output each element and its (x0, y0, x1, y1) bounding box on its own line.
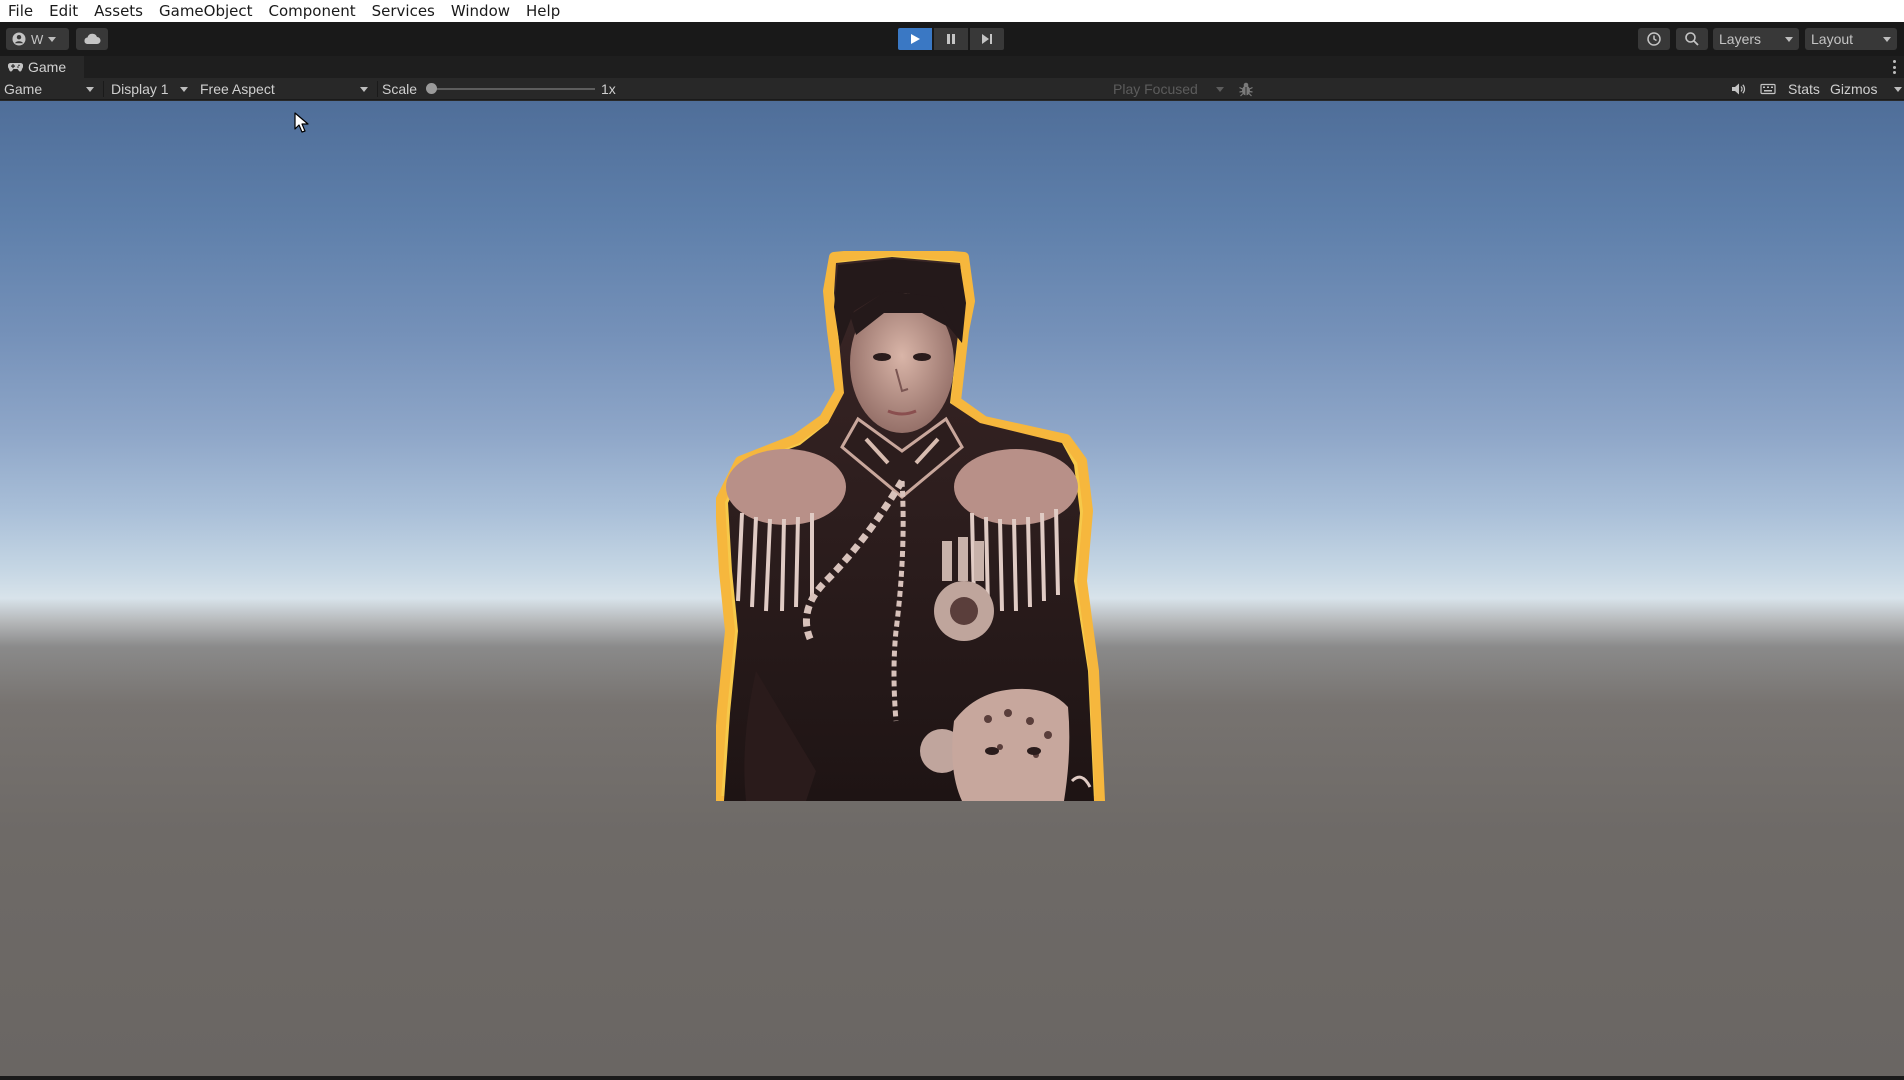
account-label: W (31, 31, 44, 47)
character-sprite (716, 251, 1105, 801)
aspect-label: Free Aspect (200, 81, 275, 97)
menu-window[interactable]: Window (443, 0, 518, 22)
chevron-down-icon (86, 86, 94, 92)
pause-button[interactable] (934, 28, 968, 50)
mouse-cursor-icon (294, 112, 309, 133)
play-button[interactable] (898, 28, 932, 50)
tab-game-label: Game (28, 59, 67, 75)
stats-button[interactable]: Stats (1788, 78, 1820, 100)
search-button[interactable] (1676, 28, 1708, 50)
chevron-down-icon (1216, 86, 1224, 92)
tab-bar: Game (0, 56, 1904, 78)
cloud-icon (84, 33, 101, 44)
layout-label: Layout (1811, 31, 1854, 47)
display-label: Display 1 (111, 81, 169, 97)
playback-controls (898, 28, 1004, 50)
main-toolbar: W Layers Layout (0, 22, 1904, 56)
play-mode-dropdown[interactable]: Play Focused (1108, 78, 1230, 100)
game-view-controlbar: Game Display 1 Free Aspect Scale 1x Play… (0, 78, 1904, 100)
history-icon (1647, 32, 1661, 46)
chevron-down-icon (180, 86, 188, 92)
menu-edit[interactable]: Edit (41, 0, 86, 22)
account-icon (12, 32, 26, 46)
keyboard-icon[interactable] (1760, 81, 1776, 97)
account-button[interactable]: W (6, 28, 69, 50)
tab-game[interactable]: Game (0, 56, 84, 78)
scale-label: Scale (382, 81, 418, 97)
chevron-down-icon (1883, 36, 1891, 42)
play-mode-label: Play Focused (1113, 81, 1198, 97)
divider (377, 81, 378, 97)
layout-dropdown[interactable]: Layout (1805, 28, 1897, 50)
play-icon (911, 34, 920, 44)
chevron-down-icon (1894, 86, 1902, 92)
gamepad-icon (8, 62, 23, 72)
view-mode-dropdown[interactable]: Game (0, 78, 100, 100)
menu-assets[interactable]: Assets (86, 0, 151, 22)
aspect-dropdown[interactable]: Free Aspect (196, 78, 374, 100)
search-icon (1685, 32, 1699, 46)
menu-component[interactable]: Component (261, 0, 364, 22)
menu-services[interactable]: Services (364, 0, 443, 22)
chevron-down-icon (1785, 36, 1793, 42)
step-icon (982, 34, 992, 44)
menu-help[interactable]: Help (518, 0, 568, 22)
view-mode-label: Game (4, 81, 43, 97)
menu-gameobject[interactable]: GameObject (151, 0, 261, 22)
status-strip (0, 1076, 1904, 1080)
cloud-button[interactable] (76, 28, 108, 50)
layers-dropdown[interactable]: Layers (1713, 28, 1799, 50)
chevron-down-icon (48, 36, 57, 42)
step-button[interactable] (970, 28, 1004, 50)
scale-slider-handle[interactable] (426, 83, 437, 94)
scale-value: 1x (601, 81, 616, 97)
bug-icon[interactable] (1238, 81, 1254, 97)
display-dropdown[interactable]: Display 1 (106, 78, 194, 100)
gizmos-dropdown[interactable]: Gizmos (1830, 78, 1902, 100)
scale-slider-track[interactable] (430, 88, 595, 90)
chevron-down-icon (360, 86, 368, 92)
history-button[interactable] (1638, 28, 1670, 50)
divider (103, 81, 104, 97)
menu-bar: File Edit Assets GameObject Component Se… (0, 0, 1904, 22)
layers-label: Layers (1719, 31, 1762, 47)
more-options-icon[interactable] (1892, 60, 1896, 74)
pause-icon (947, 34, 955, 44)
menu-file[interactable]: File (0, 0, 41, 22)
game-viewport[interactable] (0, 101, 1904, 1076)
speaker-icon[interactable] (1730, 81, 1746, 97)
gizmos-label: Gizmos (1830, 81, 1878, 97)
